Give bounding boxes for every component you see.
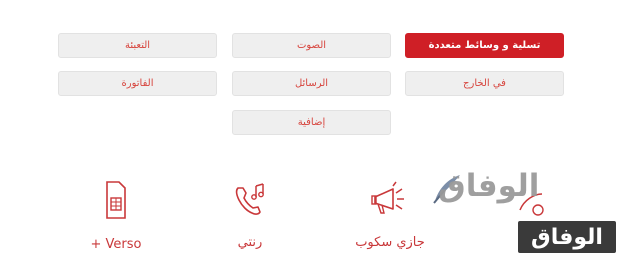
watermark-text: الوفاق bbox=[438, 168, 540, 204]
tab-abroad[interactable]: في الخارج bbox=[405, 71, 564, 96]
service-label-verso: Verso + bbox=[90, 237, 142, 252]
sim-card-icon bbox=[106, 181, 126, 219]
service-verso[interactable]: Verso + bbox=[56, 180, 176, 260]
tab-voice[interactable]: الصوت bbox=[232, 33, 391, 58]
service-label-ranati: رنتي bbox=[237, 235, 263, 250]
tab-extra[interactable]: إضافية bbox=[232, 110, 391, 135]
service-label-jazzy: جازي سكوب bbox=[355, 235, 425, 250]
service-ranati[interactable]: رنتي bbox=[190, 180, 310, 260]
tab-recharge[interactable]: التعبئة bbox=[58, 33, 217, 58]
category-tabs: تسلية و وسائط متعددة الصوت التعبئة في ال… bbox=[58, 33, 565, 136]
tab-entertainment[interactable]: تسلية و وسائط متعددة bbox=[405, 33, 564, 58]
phone-music-icon bbox=[235, 183, 264, 215]
tab-messages[interactable]: الرسائل bbox=[232, 71, 391, 96]
tab-bill[interactable]: الفاتورة bbox=[58, 71, 217, 96]
watermark-badge: الوفاق bbox=[518, 221, 616, 253]
megaphone-icon bbox=[371, 181, 404, 214]
